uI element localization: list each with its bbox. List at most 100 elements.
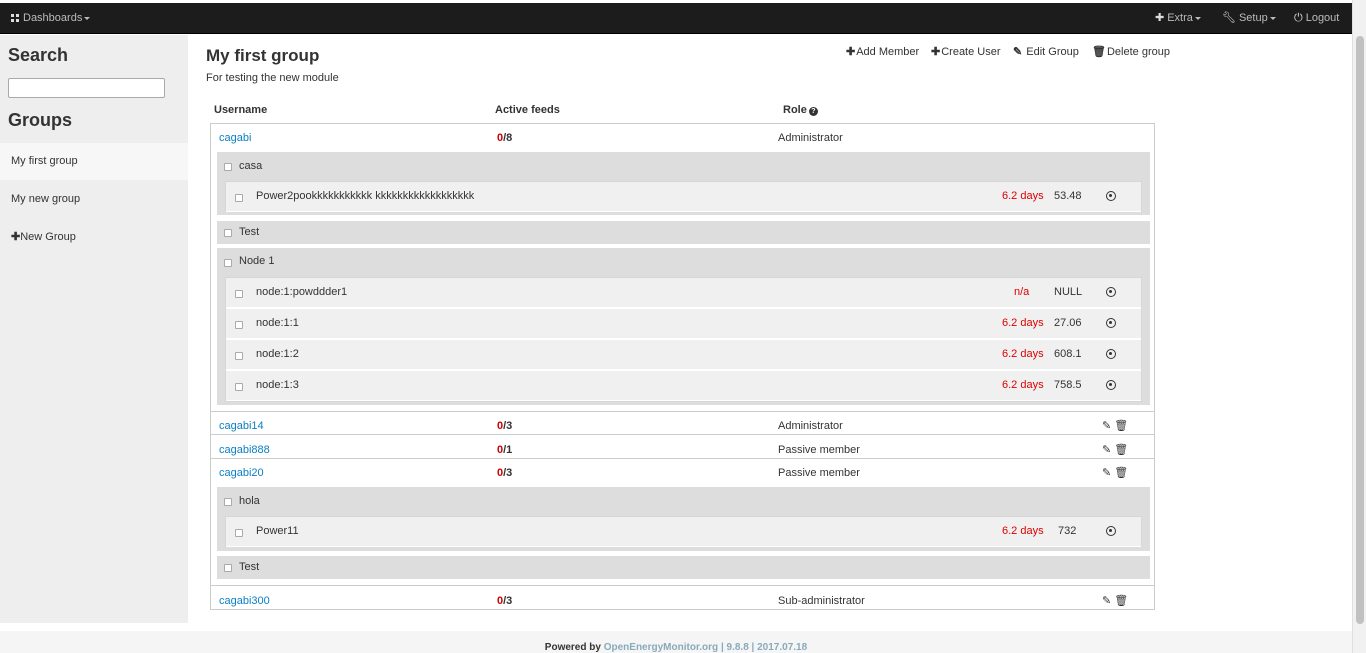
search-input[interactable] xyxy=(8,78,165,98)
view-feed-icon[interactable] xyxy=(1106,380,1116,390)
feed-value: 608.1 xyxy=(1054,348,1082,360)
feed-list: Power11 6.2 days 732 xyxy=(225,516,1142,547)
edit-group-button[interactable]: ✎ Edit Group xyxy=(1013,45,1079,58)
edit-group-label: Edit Group xyxy=(1026,46,1079,58)
power-icon: ⏻ xyxy=(1294,12,1303,24)
group-title: My first group xyxy=(206,46,320,65)
feed-value: NULL xyxy=(1054,286,1083,298)
active-feeds: 0/3 xyxy=(497,462,512,484)
edit-icon[interactable]: ✎ xyxy=(1102,467,1111,479)
footer: Powered by OpenEnergyMonitor.org | 9.8.8… xyxy=(0,631,1352,653)
scrollbar-thumb[interactable] xyxy=(1356,36,1364,624)
logout-link[interactable]: ⏻ Logout xyxy=(1294,3,1339,34)
feed-updated: 6.2 days xyxy=(1002,525,1044,537)
node-header-casa[interactable]: casa xyxy=(217,152,1150,181)
feed-checkbox[interactable] xyxy=(235,383,243,391)
caret-down-icon xyxy=(1269,16,1276,20)
node-checkbox[interactable] xyxy=(224,498,232,506)
node-header-test[interactable]: Test xyxy=(217,221,1150,244)
vertical-scrollbar[interactable] xyxy=(1352,0,1366,653)
table-row: cagabi300 0/3 Sub-administrator ✎ 🗑︎ xyxy=(211,590,1154,612)
member-role: Passive member xyxy=(778,467,860,479)
trash-icon[interactable]: 🗑︎ xyxy=(1114,444,1128,456)
feed-checkbox[interactable] xyxy=(235,321,243,329)
trash-icon[interactable]: 🗑︎ xyxy=(1114,467,1128,479)
row-actions: ✎ 🗑︎ xyxy=(1102,590,1128,612)
feed-name: Power2pookkkkkkkkkkk kkkkkkkkkkkkkkkkkk xyxy=(256,190,475,202)
column-header-active-feeds: Active feeds xyxy=(495,104,560,116)
feed-checkbox[interactable] xyxy=(235,352,243,360)
feed-list: node:1:powddder1 n/a NULL node:1:1 6.2 d… xyxy=(225,277,1142,402)
create-user-label: Create User xyxy=(941,46,1001,58)
extra-menu[interactable]: ✚ Extra xyxy=(1155,3,1201,34)
view-feed-icon[interactable] xyxy=(1106,526,1116,536)
caret-down-icon xyxy=(1194,16,1201,20)
username-link[interactable]: cagabi20 xyxy=(219,462,264,484)
trash-icon[interactable]: 🗑︎ xyxy=(1114,595,1128,607)
edit-icon[interactable]: ✎ xyxy=(1102,444,1111,456)
setup-menu[interactable]: 🔧︎ Setup xyxy=(1222,3,1276,34)
view-feed-icon[interactable] xyxy=(1106,191,1116,201)
row-divider xyxy=(211,434,1154,435)
total-count: /8 xyxy=(503,132,513,144)
feed-row: node:1:3 6.2 days 758.5 xyxy=(226,371,1141,401)
view-feed-icon[interactable] xyxy=(1106,349,1116,359)
feed-checkbox[interactable] xyxy=(235,194,243,202)
feed-name: node:1:2 xyxy=(256,348,299,360)
trash-icon: 🗑︎ xyxy=(1092,46,1106,58)
footer-text: Powered by OpenEnergyMonitor.org | 9.8.8… xyxy=(0,642,1352,653)
trash-icon[interactable]: 🗑︎ xyxy=(1114,420,1128,432)
table-row: cagabi20 0/3 Passive member ✎ 🗑︎ xyxy=(211,462,1154,484)
username-link[interactable]: cagabi xyxy=(219,127,251,149)
feed-row: node:1:2 6.2 days 608.1 xyxy=(226,340,1141,370)
view-feed-icon[interactable] xyxy=(1106,318,1116,328)
edit-icon[interactable]: ✎ xyxy=(1102,595,1111,607)
username-link[interactable]: cagabi300 xyxy=(219,590,270,612)
question-icon[interactable]: ? xyxy=(808,107,818,116)
add-member-button[interactable]: ✚Add Member xyxy=(846,45,919,58)
node-feeds-area: Power11 6.2 days 732 xyxy=(217,516,1150,551)
member-role: Administrator xyxy=(778,132,843,144)
role-label: Role xyxy=(783,104,807,116)
feed-checkbox[interactable] xyxy=(235,529,243,537)
node-label: casa xyxy=(239,160,263,172)
node-label: Test xyxy=(239,561,260,573)
node-checkbox[interactable] xyxy=(224,163,232,171)
site-link[interactable]: OpenEnergyMonitor.org xyxy=(604,642,718,653)
dashboards-menu[interactable]: Dashboards xyxy=(11,3,91,34)
feed-value: 27.06 xyxy=(1054,317,1082,329)
node-checkbox[interactable] xyxy=(224,259,232,267)
member-role: Sub-administrator xyxy=(778,595,865,607)
extra-label: Extra xyxy=(1167,12,1193,24)
delete-group-button[interactable]: 🗑︎Delete group xyxy=(1092,45,1170,58)
feed-row: node:1:1 6.2 days 27.06 xyxy=(226,309,1141,339)
group-item-my-new-group[interactable]: My new group xyxy=(0,181,188,218)
node-header-hola[interactable]: hola xyxy=(217,487,1150,516)
node-header-test[interactable]: Test xyxy=(217,556,1150,579)
delete-group-label: Delete group xyxy=(1106,46,1170,58)
feed-name: node:1:powddder1 xyxy=(256,286,348,298)
total-count: /3 xyxy=(503,420,513,432)
new-group-button[interactable]: ✚New Group xyxy=(11,230,76,243)
sidebar: Search Groups My first group My new grou… xyxy=(0,35,188,623)
node-header-node-1[interactable]: Node 1 xyxy=(217,248,1150,276)
version-text: | 9.8.8 | 2017.07.18 xyxy=(720,642,808,653)
members-table: cagabi 0/8 Administrator casa Power2pook… xyxy=(210,123,1155,610)
wrench-icon: 🔧︎ xyxy=(1222,12,1236,24)
groups-heading: Groups xyxy=(8,110,73,130)
table-row: cagabi 0/8 Administrator xyxy=(211,127,1154,149)
row-divider xyxy=(211,585,1154,586)
group-item-my-first-group[interactable]: My first group xyxy=(0,143,188,180)
column-header-username: Username xyxy=(214,104,268,116)
node-checkbox[interactable] xyxy=(224,229,232,237)
node-label: hola xyxy=(239,495,260,507)
group-description: For testing the new module xyxy=(206,72,339,84)
powered-by-label: Powered by xyxy=(544,642,601,653)
view-feed-icon[interactable] xyxy=(1106,287,1116,297)
node-checkbox[interactable] xyxy=(224,564,232,572)
create-user-button[interactable]: ✚Create User xyxy=(931,45,1001,58)
row-divider xyxy=(211,458,1154,459)
edit-icon[interactable]: ✎ xyxy=(1102,420,1111,432)
feed-checkbox[interactable] xyxy=(235,290,243,298)
feed-row: Power2pookkkkkkkkkkk kkkkkkkkkkkkkkkkkk … xyxy=(226,182,1141,212)
